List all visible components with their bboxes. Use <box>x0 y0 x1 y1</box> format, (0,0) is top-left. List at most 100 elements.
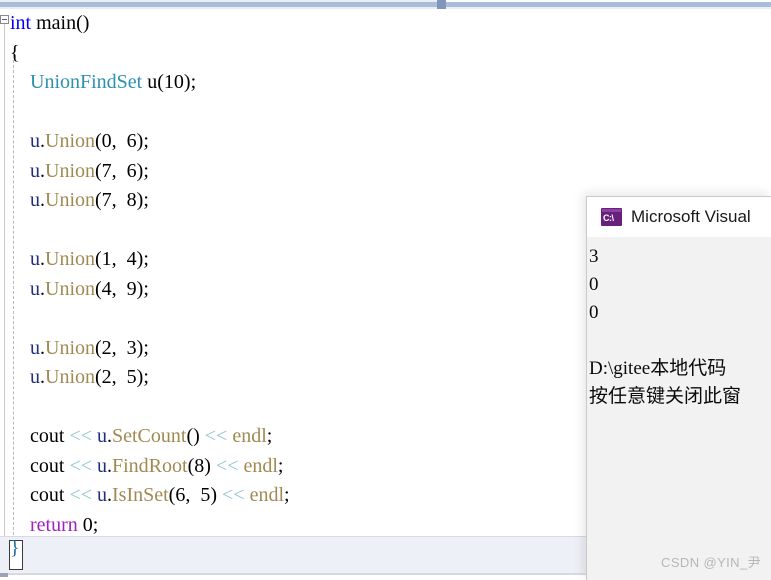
code-token: 0 <box>82 513 93 536</box>
code-token: Union <box>45 189 95 211</box>
code-token: ) <box>204 454 211 477</box>
code-token: main <box>36 12 77 34</box>
code-token: UnionFindSet <box>30 71 143 93</box>
code-token: ( <box>95 130 102 152</box>
code-token: ( <box>157 71 164 93</box>
code-token: 5 <box>126 366 137 388</box>
code-token: << <box>215 454 239 477</box>
code-token: u <box>97 425 107 447</box>
code-token: , <box>111 336 127 359</box>
splitter-edge <box>446 0 771 2</box>
code-token: Union <box>45 248 95 270</box>
code-token: << <box>69 484 92 506</box>
code-token: endl <box>232 425 267 447</box>
console-output-line: D:\gitee本地代码 <box>589 358 727 379</box>
code-token: IsInSet <box>112 484 169 506</box>
code-token: ( <box>95 336 102 359</box>
code-token: u <box>30 366 40 388</box>
code-token: ( <box>95 366 102 388</box>
code-token: , <box>111 366 127 388</box>
code-token: ); <box>136 130 149 152</box>
code-token: ; <box>92 513 99 536</box>
code-token: u <box>30 336 40 359</box>
code-token: 3 <box>126 336 137 359</box>
console-cmd-icon: C:\ <box>601 208 622 226</box>
code-token: 8 <box>194 454 205 477</box>
code-token: return <box>30 513 78 536</box>
code-line: UnionFindSet u(10); <box>0 68 771 98</box>
code-token: ); <box>136 277 149 300</box>
csdn-watermark: CSDN @YIN_尹 <box>661 555 761 570</box>
code-token: 7 <box>101 159 112 182</box>
code-token: 6 <box>126 159 137 182</box>
code-token: endl <box>243 454 278 477</box>
code-token: 6 <box>126 130 137 152</box>
code-token: 2 <box>101 366 112 388</box>
code-token: u <box>97 484 107 506</box>
code-token: Union <box>45 277 95 300</box>
code-token: 6 <box>175 484 186 506</box>
code-line <box>0 98 771 128</box>
code-token: << <box>69 425 92 447</box>
code-token: 9 <box>126 277 137 300</box>
code-token: cout <box>30 454 65 477</box>
console-window[interactable]: C:\ Microsoft Visual 3 0 0 D:\gitee本地代码 按任意键… <box>586 196 771 580</box>
code-token: << <box>69 454 92 477</box>
console-titlebar[interactable]: C:\ Microsoft Visual <box>587 197 771 237</box>
code-token: 0 <box>101 130 112 152</box>
code-token: Union <box>45 159 95 182</box>
code-token: 8 <box>126 189 137 211</box>
console-output-line: 0 <box>589 274 599 295</box>
code-token: ); <box>183 71 197 93</box>
code-token: 4 <box>126 248 137 270</box>
code-line: { <box>0 39 771 69</box>
closing-brace: } <box>10 537 20 559</box>
console-title-text: Microsoft Visual <box>631 207 751 226</box>
code-token: 2 <box>101 336 112 359</box>
code-token: u <box>30 248 40 270</box>
editor-horizontal-splitter[interactable] <box>0 0 771 9</box>
code-token: ); <box>136 159 149 182</box>
code-token: cout <box>30 484 65 506</box>
code-token: ; <box>266 425 273 447</box>
code-token: ( <box>95 189 102 211</box>
code-token: SetCount <box>112 425 187 447</box>
editor-bottom-nub <box>0 573 8 577</box>
code-token: Union <box>45 130 95 152</box>
console-output: 3 0 0 D:\gitee本地代码 按任意键关闭此窗 <box>587 237 771 580</box>
console-output-line: 0 <box>589 302 599 323</box>
code-token: ; <box>277 454 284 477</box>
code-token: ( <box>95 159 102 182</box>
code-token: FindRoot <box>112 454 188 477</box>
splitter-thumb[interactable] <box>437 0 446 9</box>
code-token: , <box>111 248 127 270</box>
code-token: cout <box>30 425 65 447</box>
console-icon-label: C:\ <box>603 213 614 223</box>
code-token: 7 <box>101 189 112 211</box>
code-token: 1 <box>101 248 112 270</box>
code-token: , <box>111 130 127 152</box>
code-token: , <box>111 277 127 300</box>
code-line: int main() <box>0 9 771 39</box>
code-token: ) <box>210 484 218 506</box>
code-token: Union <box>45 336 95 359</box>
code-token: 10 <box>163 71 184 93</box>
code-token: , <box>111 159 127 182</box>
code-token: ); <box>136 189 149 211</box>
code-token: ; <box>284 484 290 506</box>
code-token: { <box>10 41 20 64</box>
code-token: ( <box>95 277 102 300</box>
splitter-track[interactable] <box>0 2 771 7</box>
code-token: u <box>30 277 40 300</box>
